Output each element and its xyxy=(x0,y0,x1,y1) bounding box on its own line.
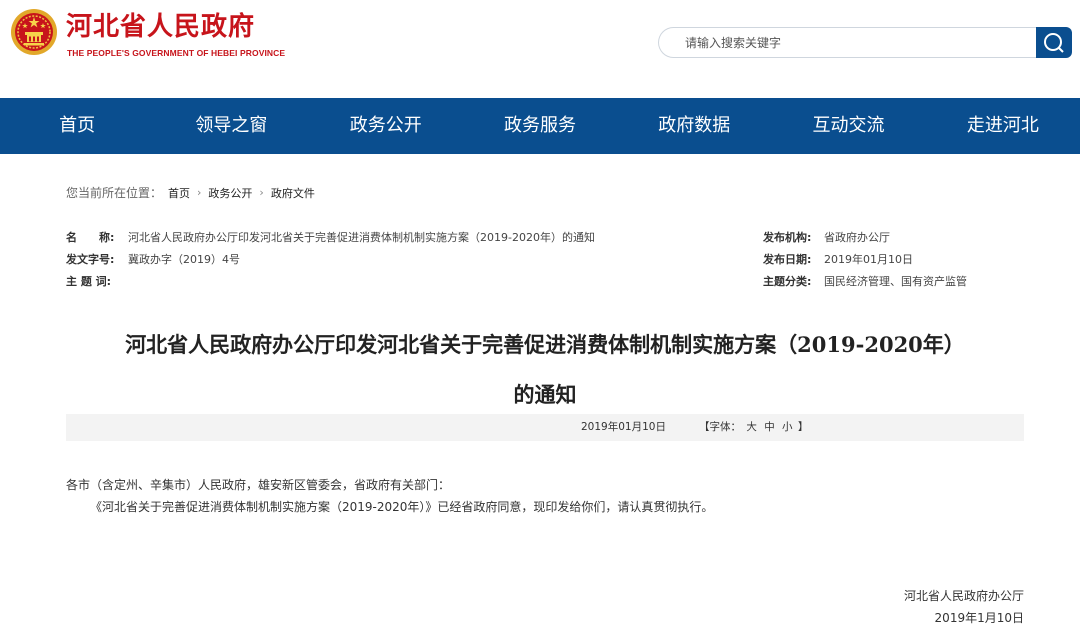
site-title[interactable]: 河北省人民政府 xyxy=(66,12,255,42)
breadcrumb-item-public-affairs[interactable]: 政务公开 xyxy=(208,185,252,201)
article-paragraph: 《河北省关于完善促进消费体制机制实施方案（2019-2020年）》已经省政府同意… xyxy=(90,500,714,514)
font-size-large-button[interactable]: 大 xyxy=(746,421,757,433)
chevron-right-icon: › xyxy=(259,186,264,199)
search-icon xyxy=(1044,32,1064,53)
breadcrumb-label: 您当前所在位置： xyxy=(66,186,163,200)
nav-item-public-affairs[interactable]: 政务公开 xyxy=(309,98,463,154)
meta-docno-label: 发文字号: xyxy=(66,253,115,266)
document-meta: 名 称: 河北省人民政府办公厅印发河北省关于完善促进消费体制机制实施方案（201… xyxy=(66,230,1026,296)
meta-category-label: 主题分类: xyxy=(763,275,812,288)
article-signature: 河北省人民政府办公厅 2019年1月10日 xyxy=(904,585,1024,629)
meta-name-value: 河北省人民政府办公厅印发河北省关于完善促进消费体制机制实施方案（2019-202… xyxy=(128,231,595,244)
font-size-small-button[interactable]: 小 xyxy=(782,421,793,433)
meta-docno-value: 冀政办字（2019）4号 xyxy=(128,253,240,266)
nav-item-data[interactable]: 政府数据 xyxy=(617,98,771,154)
breadcrumb: 您当前所在位置： 首页 › 政务公开 › 政府文件 xyxy=(66,184,315,201)
article-date: 2019年01月10日 xyxy=(581,421,666,433)
font-size-close: 】 xyxy=(797,421,809,433)
article-title-line2: 的通知 xyxy=(513,382,577,407)
font-size-medium-button[interactable]: 中 xyxy=(764,421,775,433)
nav-item-home[interactable]: 首页 xyxy=(0,98,154,154)
site-header: 河北省人民政府 THE PEOPLE'S GOVERNMENT OF HEBEI… xyxy=(0,0,1080,98)
search-bar xyxy=(658,27,1072,58)
meta-publisher-label: 发布机构: xyxy=(763,231,812,244)
meta-date-label: 发布日期: xyxy=(763,253,812,266)
font-size-label: 【字体： xyxy=(699,421,741,433)
meta-name-label: 名 称: xyxy=(66,231,115,244)
article-body: 各市（含定州、辛集市）人民政府，雄安新区管委会，省政府有关部门： 《河北省关于完… xyxy=(66,474,1026,518)
article-title: 河北省人民政府办公厅印发河北省关于完善促进消费体制机制实施方案（2019-202… xyxy=(60,325,1030,415)
nav-item-interaction[interactable]: 互动交流 xyxy=(771,98,925,154)
font-size-control: 【字体： 大 中 小 】 xyxy=(699,414,808,441)
nav-item-about-hebei[interactable]: 走进河北 xyxy=(926,98,1080,154)
meta-publisher-value: 省政府办公厅 xyxy=(824,231,890,244)
article-paragraph: 各市（含定州、辛集市）人民政府，雄安新区管委会，省政府有关部门： xyxy=(66,478,451,492)
main-nav: 首页 领导之窗 政务公开 政务服务 政府数据 互动交流 走进河北 xyxy=(0,98,1080,154)
search-button[interactable] xyxy=(1036,27,1072,58)
article-info-bar: 2019年01月10日 【字体： 大 中 小 】 xyxy=(66,414,1024,441)
search-input[interactable] xyxy=(658,27,1038,58)
meta-category-value: 国民经济管理、国有资产监管 xyxy=(824,275,967,288)
meta-keywords-label: 主 题 词: xyxy=(66,275,112,288)
meta-date-value: 2019年01月10日 xyxy=(824,253,913,266)
national-emblem-icon xyxy=(11,9,57,55)
nav-item-services[interactable]: 政务服务 xyxy=(463,98,617,154)
site-subtitle: THE PEOPLE'S GOVERNMENT OF HEBEI PROVINC… xyxy=(67,48,286,58)
breadcrumb-item-gov-docs[interactable]: 政府文件 xyxy=(271,185,315,201)
chevron-right-icon: › xyxy=(197,186,202,199)
article-title-line1: 河北省人民政府办公厅印发河北省关于完善促进消费体制机制实施方案（2019-202… xyxy=(125,332,965,357)
signature-org: 河北省人民政府办公厅 xyxy=(903,589,1024,603)
nav-item-leaders[interactable]: 领导之窗 xyxy=(154,98,308,154)
breadcrumb-item-home[interactable]: 首页 xyxy=(168,185,190,201)
signature-date: 2019年1月10日 xyxy=(934,611,1024,625)
